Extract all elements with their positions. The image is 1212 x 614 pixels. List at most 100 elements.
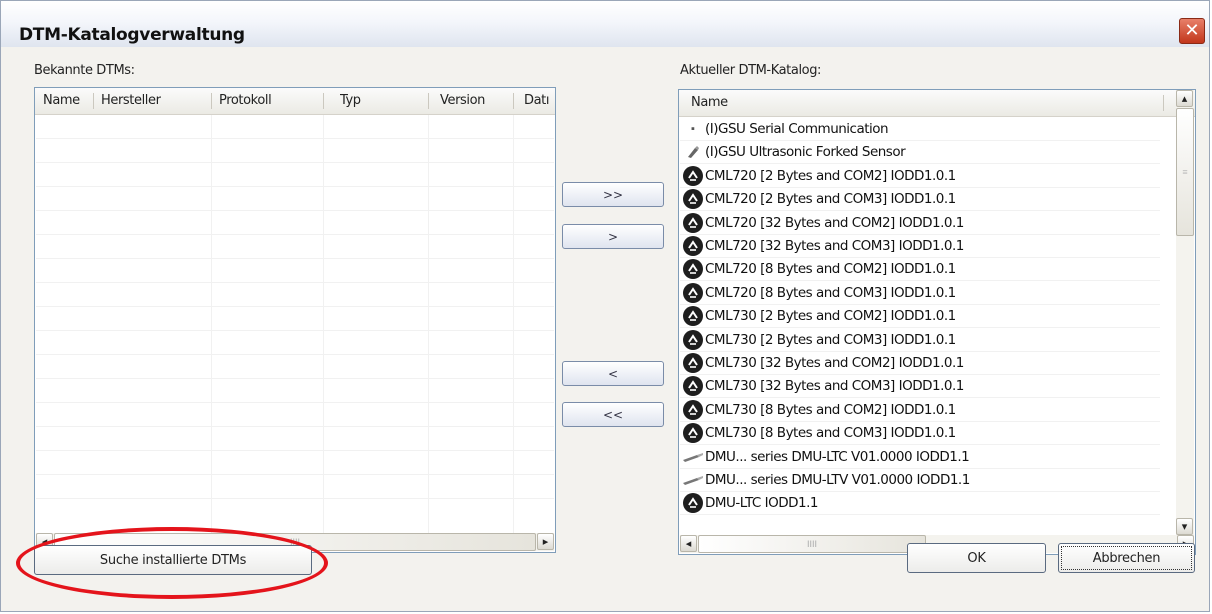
catalog-list-item[interactable]: CML730 [2 Bytes and COM3] IODD1.0.1 [683, 329, 956, 351]
catalog-list-item[interactable]: CML720 [8 Bytes and COM3] IODD1.0.1 [683, 282, 956, 304]
grip-icon: ≡ [1182, 167, 1188, 177]
catalog-item-label: CML720 [8 Bytes and COM3] IODD1.0.1 [705, 284, 956, 301]
cancel-button[interactable]: Abbrechen [1058, 543, 1195, 573]
column-separator[interactable] [211, 93, 212, 109]
row-gridline [36, 354, 554, 355]
catalog-list-item[interactable]: DMU-LTC IODD1.1 [683, 492, 819, 514]
catalog-item-label: (I)GSU Ultrasonic Forked Sensor [705, 144, 906, 161]
catalog-item-label: DMU-LTC IODD1.1 [705, 495, 819, 512]
catalog-list-item[interactable]: CML720 [32 Bytes and COM2] IODD1.0.1 [683, 212, 964, 234]
catalog-item-label: CML730 [8 Bytes and COM3] IODD1.0.1 [705, 425, 956, 442]
known-dtms-list[interactable]: Name Hersteller Protokoll Typ Version Da… [34, 87, 556, 553]
row-gridline [36, 330, 554, 331]
small-device-icon: ▪ [691, 123, 695, 135]
add-selected-button[interactable]: > [562, 224, 664, 249]
current-catalog-header: Name [679, 90, 1195, 117]
close-icon: ✕ [1184, 20, 1200, 41]
device-logo-icon [683, 353, 703, 373]
catalog-item-label: CML730 [2 Bytes and COM3] IODD1.0.1 [705, 331, 956, 348]
catalog-item-label: CML720 [2 Bytes and COM3] IODD1.0.1 [705, 191, 956, 208]
catalog-item-label: CML720 [32 Bytes and COM3] IODD1.0.1 [705, 238, 964, 254]
column-separator[interactable] [1163, 95, 1164, 111]
probe-sensor-icon [683, 452, 703, 462]
current-catalog-list[interactable]: Name ▪ (I)GSU Serial Communication (I)GSU … [678, 89, 1196, 555]
close-button[interactable]: ✕ [1179, 18, 1205, 44]
scroll-up-button[interactable]: ▴ [1176, 90, 1193, 107]
row-gridline [36, 186, 554, 187]
current-catalog-vscrollbar[interactable]: ▴ ≡ ▾ [1176, 90, 1194, 535]
grip-icon: IIII [806, 539, 817, 549]
column-separator[interactable] [428, 93, 429, 109]
column-separator[interactable] [513, 93, 514, 109]
catalog-item-label: CML730 [2 Bytes and COM2] IODD1.0.1 [705, 308, 956, 325]
row-gridline [680, 514, 1160, 516]
column-header-datum[interactable]: Datı [524, 88, 555, 114]
current-catalog-label: Aktueller DTM-Katalog: [680, 63, 822, 78]
column-header-typ[interactable]: Typ [340, 88, 430, 114]
row-gridline [36, 234, 554, 235]
arrow-down-icon: ▾ [1181, 520, 1188, 533]
catalog-list-item[interactable]: CML720 [32 Bytes and COM3] IODD1.0.1 [683, 235, 964, 257]
row-gridline [36, 162, 554, 163]
catalog-list-item[interactable]: CML720 [2 Bytes and COM2] IODD1.0.1 [683, 165, 956, 187]
device-logo-icon [683, 236, 703, 256]
device-logo-icon [683, 329, 703, 350]
column-header-protokoll[interactable]: Protokoll [219, 88, 319, 114]
remove-all-button[interactable]: << [562, 402, 664, 427]
device-logo-icon [683, 399, 703, 420]
column-gridline [323, 115, 324, 533]
device-logo-icon [683, 165, 703, 186]
catalog-list-item[interactable]: CML730 [2 Bytes and COM2] IODD1.0.1 [683, 305, 956, 327]
device-logo-icon [683, 423, 703, 444]
scroll-right-button[interactable]: ▸ [537, 533, 554, 550]
column-separator[interactable] [93, 93, 94, 109]
device-logo-icon [683, 212, 703, 233]
catalog-item-label: CML730 [8 Bytes and COM2] IODD1.0.1 [705, 401, 956, 418]
scroll-left-button[interactable]: ◂ [680, 535, 697, 552]
arrow-up-icon: ▴ [1181, 92, 1188, 105]
vscroll-thumb[interactable]: ≡ [1176, 108, 1194, 236]
row-gridline [36, 378, 554, 379]
catalog-item-label: (I)GSU Serial Communication [705, 121, 889, 137]
add-all-button[interactable]: >> [562, 182, 664, 207]
ok-button[interactable]: OK [907, 543, 1046, 573]
dtm-catalog-dialog: DTM-Katalogverwaltung ✕ Bekannte DTMs: N… [0, 0, 1210, 612]
hscroll-thumb[interactable]: IIII [698, 535, 926, 553]
catalog-item-label: DMU... series DMU-LTV V01.0000 IODD1.1 [705, 472, 970, 488]
device-logo-icon [683, 189, 703, 210]
highlight-oval [16, 527, 328, 599]
row-gridline [36, 138, 554, 139]
catalog-item-label: CML720 [32 Bytes and COM2] IODD1.0.1 [705, 214, 964, 231]
catalog-list-item[interactable]: CML730 [32 Bytes and COM3] IODD1.0.1 [683, 375, 964, 397]
catalog-list-item[interactable]: DMU... series DMU-LTV V01.0000 IODD1.1 [683, 469, 970, 491]
catalog-item-label: CML720 [8 Bytes and COM2] IODD1.0.1 [705, 261, 956, 278]
column-header-hersteller[interactable]: Hersteller [101, 88, 201, 114]
catalog-item-label: CML720 [2 Bytes and COM2] IODD1.0.1 [705, 167, 956, 184]
row-gridline [36, 498, 554, 499]
column-separator[interactable] [323, 93, 324, 109]
device-logo-icon [683, 306, 703, 327]
arrow-left-icon: ◂ [685, 537, 692, 550]
catalog-list-item[interactable]: ▪ (I)GSU Serial Communication [683, 118, 889, 140]
device-logo-icon [683, 259, 703, 280]
window-title: DTM-Katalogverwaltung [19, 25, 245, 45]
catalog-list-item[interactable]: DMU... series DMU-LTC V01.0000 IODD1.1 [683, 446, 970, 468]
row-gridline [36, 474, 554, 475]
catalog-list-item[interactable]: CML730 [8 Bytes and COM2] IODD1.0.1 [683, 399, 956, 421]
catalog-list-item[interactable]: CML720 [2 Bytes and COM3] IODD1.0.1 [683, 188, 956, 210]
catalog-list-item[interactable]: CML730 [8 Bytes and COM3] IODD1.0.1 [683, 422, 956, 444]
device-logo-icon [683, 376, 703, 397]
column-header-version[interactable]: Version [440, 88, 510, 114]
remove-selected-button[interactable]: < [562, 361, 664, 386]
catalog-list-item[interactable]: CML720 [8 Bytes and COM2] IODD1.0.1 [683, 258, 956, 280]
row-gridline [36, 306, 554, 307]
catalog-list-item[interactable]: CML730 [32 Bytes and COM2] IODD1.0.1 [683, 352, 964, 374]
column-header-name[interactable]: Name [43, 88, 87, 114]
catalog-item-label: CML730 [32 Bytes and COM3] IODD1.0.1 [705, 378, 964, 395]
column-header-name[interactable]: Name [691, 90, 991, 116]
probe-sensor-icon [683, 475, 703, 485]
device-logo-icon [683, 282, 703, 303]
scroll-down-button[interactable]: ▾ [1176, 518, 1193, 535]
catalog-list-item[interactable]: (I)GSU Ultrasonic Forked Sensor [683, 141, 906, 163]
catalog-item-label: CML730 [32 Bytes and COM2] IODD1.0.1 [705, 355, 964, 371]
